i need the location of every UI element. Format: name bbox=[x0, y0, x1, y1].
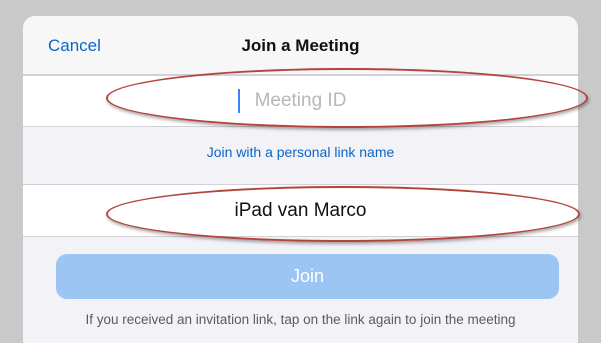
meeting-id-input[interactable] bbox=[23, 76, 578, 126]
display-name-input[interactable] bbox=[23, 185, 578, 236]
join-button[interactable]: Join bbox=[56, 254, 559, 299]
invitation-hint-text: If you received an invitation link, tap … bbox=[85, 312, 516, 327]
meeting-id-row bbox=[23, 75, 578, 127]
page-title: Join a Meeting bbox=[241, 36, 360, 55]
join-meeting-sheet: Cancel Join a Meeting Join with a person… bbox=[23, 16, 578, 343]
join-with-personal-link-button[interactable]: Join with a personal link name bbox=[23, 144, 578, 160]
text-cursor bbox=[238, 89, 240, 113]
display-name-row bbox=[23, 184, 578, 237]
navigation-bar: Cancel Join a Meeting bbox=[23, 16, 578, 75]
